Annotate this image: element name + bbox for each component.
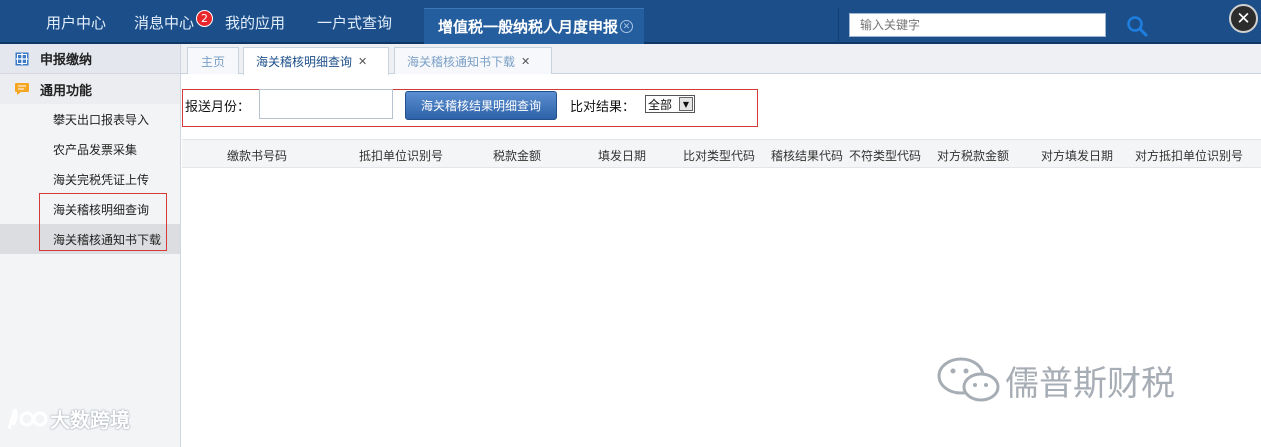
compare-result-select[interactable]: 全部 ▼	[645, 95, 695, 113]
report-month-input[interactable]	[259, 89, 393, 119]
tab-label: 主页	[200, 54, 225, 69]
compare-result-label: 比对结果：	[570, 100, 636, 115]
nav-label: 一户式查询	[317, 13, 393, 32]
column-header[interactable]: 对方填发日期	[1041, 147, 1113, 164]
column-header[interactable]: 稽核结果代码	[771, 147, 843, 164]
column-header[interactable]: 对方税款金额	[937, 147, 1009, 164]
chevron-down-icon[interactable]: ▼	[679, 97, 693, 111]
column-header[interactable]: 比对类型代码	[683, 147, 755, 164]
column-header[interactable]: 填发日期	[598, 147, 646, 164]
top-bar: 用户中心 消息中心2 我的应用 一户式查询 增值税一般纳税人月度申报 ✕ ✕	[0, 0, 1261, 44]
close-icon[interactable]: ✕	[358, 55, 367, 68]
report-month-label: 报送月份：	[185, 100, 251, 115]
tab-home[interactable]: 主页	[187, 47, 239, 74]
nav-label: 消息中心	[134, 13, 195, 32]
watermark-brand: 儒普斯财税	[933, 354, 1175, 406]
sidebar-item-label: 海关完税凭证上传	[53, 172, 150, 187]
sidebar-item-label: 攀天出口报表导入	[53, 112, 150, 127]
top-nav: 用户中心 消息中心 2 我的应用 一户式查询	[30, 0, 412, 44]
search-icon[interactable]	[1125, 14, 1149, 38]
search-input[interactable]	[849, 13, 1106, 37]
query-form: 报送月份： 海关稽核结果明细查询 比对结果： 全部 ▼	[182, 89, 758, 127]
chat-bubble-icon	[14, 81, 30, 97]
sidebar-item-customs-tax-receipt-upload[interactable]: 海关完税凭证上传	[0, 164, 180, 194]
column-header[interactable]: 缴款书号码	[227, 147, 287, 164]
column-header[interactable]: 税款金额	[493, 147, 541, 164]
sidebar-section-label: 申报缴纳	[40, 53, 93, 68]
active-app-tab[interactable]: 增值税一般纳税人月度申报 ✕	[424, 8, 644, 44]
nav-message-center[interactable]: 消息中心 2	[134, 9, 214, 33]
message-count-badge: 2	[196, 9, 214, 27]
audit-result-query-button[interactable]: 海关稽核结果明细查询	[405, 91, 557, 120]
sidebar-item-agri-invoice-collect[interactable]: 农产品发票采集	[0, 134, 180, 164]
tab-customs-audit-detail-query[interactable]: 海关稽核明细查询 ✕	[243, 47, 389, 75]
wechat-icon	[937, 357, 1000, 402]
tab-customs-audit-notice-download[interactable]: 海关稽核通知书下载 ✕	[394, 47, 552, 74]
watermark-logo: 大数跨境	[6, 404, 130, 433]
nav-label: 用户中心	[46, 13, 107, 32]
sidebar: 申报缴纳 通用功能 攀天出口报表导入 农产品发票采集 海关完税凭证上传 海关稽核…	[0, 44, 181, 447]
close-icon[interactable]: ✕	[1229, 4, 1258, 33]
nav-my-apps[interactable]: 我的应用	[225, 12, 285, 33]
content-tabs: 主页 海关稽核明细查询 ✕ 海关稽核通知书下载 ✕	[181, 44, 1261, 75]
watermark-text: 儒普斯财税	[1005, 363, 1175, 404]
nav-label: 我的应用	[225, 13, 286, 32]
close-icon[interactable]: ✕	[521, 55, 530, 68]
tab-label: 海关稽核通知书下载	[407, 54, 516, 69]
close-tab-icon[interactable]: ✕	[620, 20, 634, 33]
watermark-brand-icon	[7, 407, 48, 429]
search-area	[838, 8, 1218, 44]
highlight-box	[39, 193, 167, 251]
sidebar-item-export-report-import[interactable]: 攀天出口报表导入	[0, 104, 180, 134]
grid-icon	[14, 51, 30, 67]
watermark-text: 大数跨境	[50, 408, 130, 432]
table-header: 缴款书号码 抵扣单位识别号 税款金额 填发日期 比对类型代码 稽核结果代码 不符…	[182, 139, 1261, 168]
sidebar-section-label: 通用功能	[40, 83, 93, 99]
sidebar-section-declare-pay[interactable]: 申报缴纳	[0, 44, 180, 74]
active-app-tab-label: 增值税一般纳税人月度申报	[438, 18, 619, 36]
sidebar-item-label: 农产品发票采集	[53, 142, 138, 157]
nav-one-stop-query[interactable]: 一户式查询	[317, 12, 392, 33]
nav-user-center[interactable]: 用户中心	[46, 12, 106, 33]
sidebar-section-common-functions[interactable]: 通用功能	[0, 74, 180, 104]
tab-label: 海关稽核明细查询	[256, 55, 353, 69]
column-header[interactable]: 不符类型代码	[849, 147, 921, 164]
compare-result-value: 全部	[648, 97, 673, 112]
column-header[interactable]: 抵扣单位识别号	[359, 147, 443, 164]
column-header[interactable]: 对方抵扣单位识别号	[1135, 147, 1243, 164]
